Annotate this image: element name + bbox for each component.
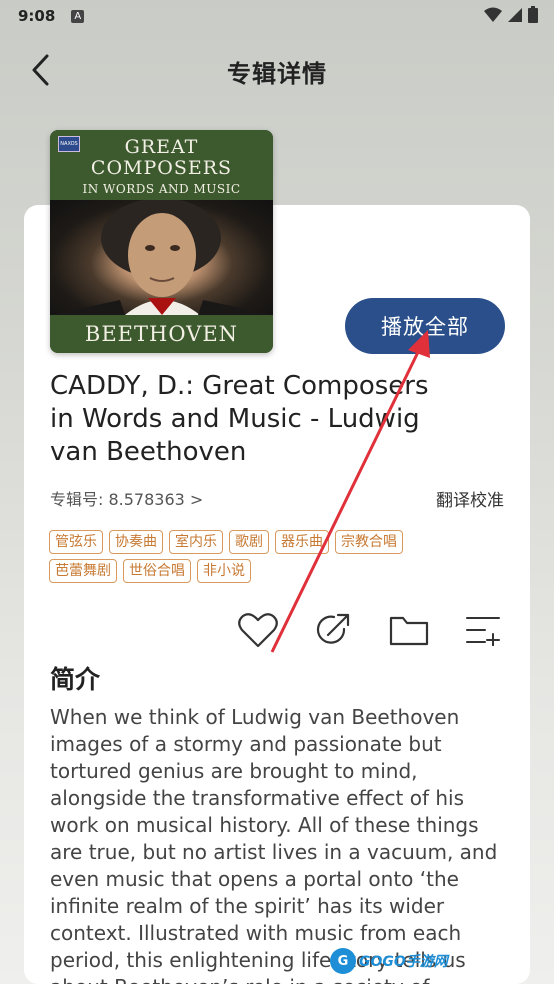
site-watermark: G GOGO手游网: [330, 946, 460, 976]
action-bar: [236, 608, 506, 652]
genre-tag[interactable]: 歌剧: [229, 530, 269, 554]
page-title: 专辑详情: [227, 60, 327, 88]
portrait-image: [50, 198, 273, 315]
share-button[interactable]: [311, 608, 355, 652]
genre-tag[interactable]: 芭蕾舞剧: [49, 559, 117, 583]
genre-tags: 管弦乐 协奏曲 室内乐 歌剧 器乐曲 宗教合唱 芭蕾舞剧 世俗合唱 非小说: [49, 530, 469, 583]
wifi-icon: [484, 7, 502, 22]
naxos-logo: NAXOS: [58, 136, 80, 152]
status-icons: [484, 6, 538, 23]
status-time: 9:08: [18, 7, 56, 25]
album-cover[interactable]: GREAT COMPOSERS IN WORDS AND MUSIC NAXOS…: [50, 130, 273, 353]
genre-tag[interactable]: 宗教合唱: [335, 530, 403, 554]
cover-portrait: [50, 198, 273, 315]
album-number-link[interactable]: 专辑号: 8.578363 >: [50, 486, 203, 510]
genre-tag[interactable]: 非小说: [197, 559, 251, 583]
genre-tag[interactable]: 管弦乐: [49, 530, 103, 554]
genre-tag[interactable]: 室内乐: [169, 530, 223, 554]
add-to-playlist-button[interactable]: [462, 608, 506, 652]
play-all-button[interactable]: 播放全部: [345, 298, 505, 354]
album-title: CADDY, D.: Great Composers in Words and …: [50, 371, 429, 467]
genre-tag[interactable]: 协奏曲: [109, 530, 163, 554]
intro-text: When we think of Ludwig van Beethoven im…: [50, 705, 498, 984]
intro-heading: 简介: [50, 665, 101, 694]
genre-tag[interactable]: 器乐曲: [275, 530, 329, 554]
cover-title-band: GREAT COMPOSERS IN WORDS AND MUSIC: [50, 130, 273, 200]
cover-line3: IN WORDS AND MUSIC: [82, 182, 241, 196]
watermark-logo: G: [330, 948, 356, 974]
header: 专辑详情: [0, 40, 554, 100]
notification-icon: A: [71, 9, 85, 23]
favorite-button[interactable]: [236, 608, 280, 652]
cover-line1: GREAT: [124, 136, 199, 158]
translate-calibrate-link[interactable]: 翻译校准: [436, 486, 504, 511]
cover-composer-band: BEETHOVEN: [50, 315, 273, 353]
folder-button[interactable]: [387, 608, 431, 652]
folder-icon: [389, 616, 428, 646]
watermark-text: GOGO手游网: [359, 954, 448, 970]
add-playlist-icon: [465, 617, 500, 646]
cover-line2: COMPOSERS: [90, 157, 233, 179]
heart-icon: [238, 613, 278, 648]
signal-icon: [508, 7, 522, 22]
battery-icon: [528, 6, 538, 23]
status-bar: 9:08 A: [0, 0, 554, 32]
share-icon: [317, 613, 350, 644]
genre-tag[interactable]: 世俗合唱: [123, 559, 191, 583]
